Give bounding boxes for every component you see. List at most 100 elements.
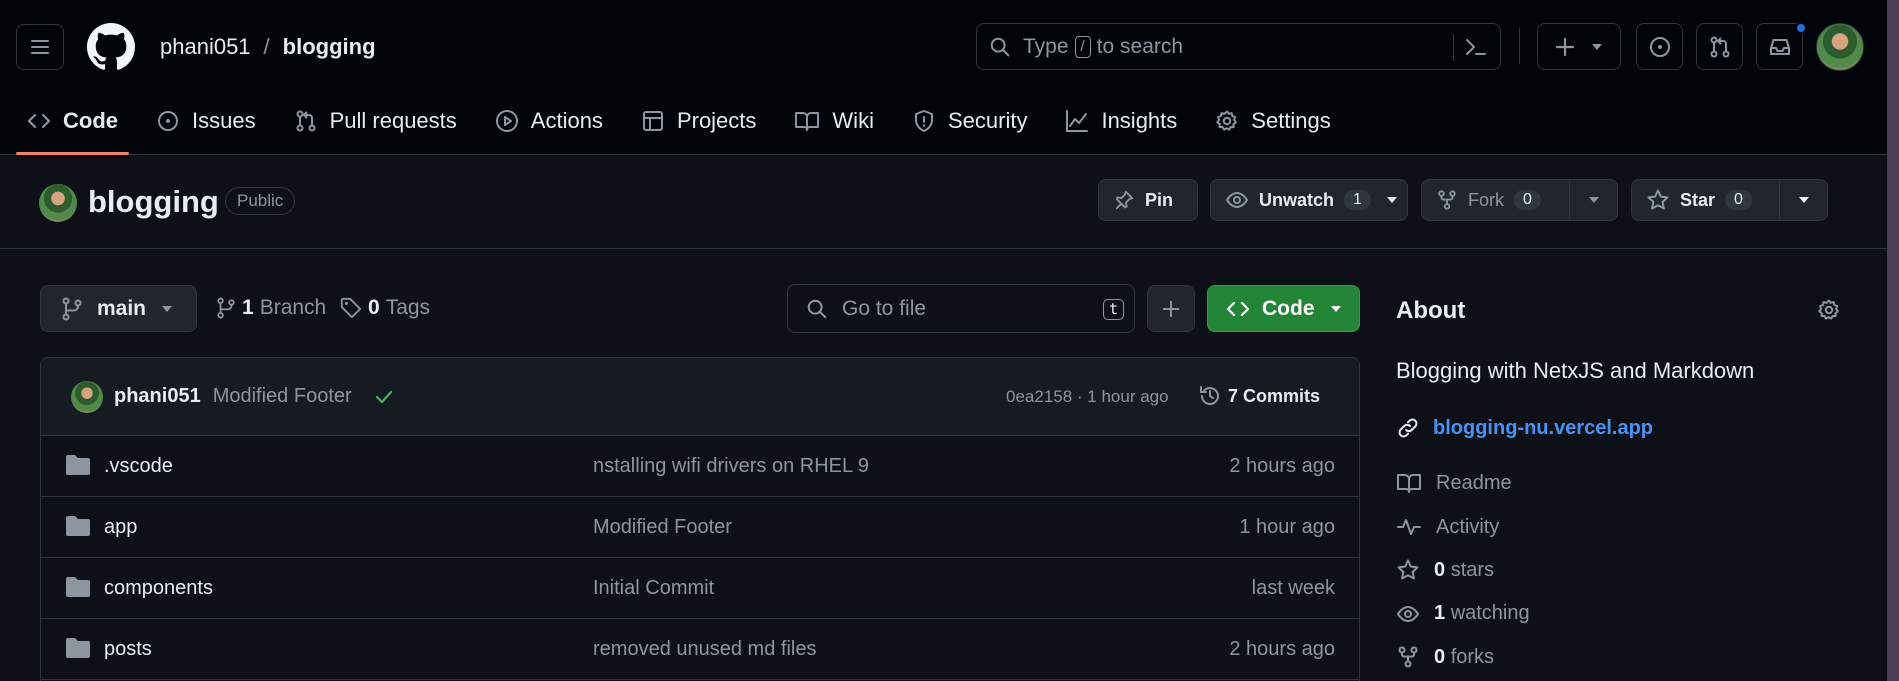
breadcrumb-repo[interactable]: blogging xyxy=(283,34,376,60)
go-to-file-placeholder: Go to file xyxy=(842,296,927,320)
command-palette-icon[interactable] xyxy=(1464,36,1488,58)
pull-requests-button[interactable] xyxy=(1696,23,1743,70)
code-button[interactable]: Code xyxy=(1207,285,1360,332)
commit-message[interactable]: Modified Footer xyxy=(213,385,352,408)
file-commit-message[interactable]: Modified Footer xyxy=(593,516,732,539)
homepage-link[interactable]: blogging-nu.vercel.app xyxy=(1396,416,1653,440)
tab-issues[interactable]: Issues xyxy=(141,100,271,142)
repo-title[interactable]: blogging xyxy=(88,184,219,220)
file-name[interactable]: app xyxy=(104,516,137,539)
fork-count: 0 xyxy=(1514,190,1541,210)
git-pull-request-icon xyxy=(296,110,316,132)
window-edge xyxy=(1887,0,1899,681)
file-commit-message[interactable]: removed unused md files xyxy=(593,638,816,661)
tab-security[interactable]: Security xyxy=(897,100,1042,142)
file-name[interactable]: .vscode xyxy=(104,455,173,478)
unwatch-button[interactable]: Unwatch 1 xyxy=(1210,179,1408,221)
git-branch-icon xyxy=(62,297,82,320)
search-icon xyxy=(990,37,1010,56)
add-file-button[interactable] xyxy=(1147,285,1195,332)
search-placeholder-prefix: Type xyxy=(1023,34,1069,58)
branch-selector[interactable]: main xyxy=(40,285,197,332)
gear-icon[interactable] xyxy=(1817,298,1841,322)
tab-code[interactable]: Code xyxy=(12,100,133,155)
triangle-down-icon[interactable] xyxy=(1385,195,1399,205)
watching-count: 1 xyxy=(1434,602,1446,624)
commit-author-avatar[interactable] xyxy=(71,380,103,413)
issues-button[interactable] xyxy=(1636,23,1683,70)
issue-opened-icon xyxy=(158,111,178,131)
git-branch-icon xyxy=(217,297,235,319)
fork-button[interactable]: Fork 0 xyxy=(1421,179,1618,221)
latest-commit-bar: phani051 Modified Footer 0ea2158 · 1 hou… xyxy=(41,358,1359,436)
tab-label: Actions xyxy=(530,108,603,133)
activity-link[interactable]: Activity xyxy=(1396,515,1499,539)
fork-label: Fork xyxy=(1468,189,1504,210)
file-row[interactable]: components Initial Commit last week xyxy=(41,558,1359,619)
link-icon xyxy=(1398,418,1418,438)
eye-icon xyxy=(1225,191,1249,209)
fork-dropdown[interactable] xyxy=(1569,180,1617,220)
forks-link[interactable]: 0 forks xyxy=(1396,645,1494,669)
check-icon[interactable] xyxy=(374,388,394,406)
file-row[interactable]: posts removed unused md files 2 hours ag… xyxy=(41,619,1359,680)
inbox-icon xyxy=(1769,38,1790,55)
repo-forked-icon xyxy=(1438,190,1456,210)
folder-icon xyxy=(66,516,90,536)
global-header: phani051 / blogging Type / to search Cod… xyxy=(0,0,1887,155)
menu-button[interactable] xyxy=(16,24,64,70)
code-icon xyxy=(1226,301,1250,316)
pulse-icon xyxy=(1397,519,1421,535)
tab-settings[interactable]: Settings xyxy=(1200,100,1346,142)
tags-link[interactable]: 0 Tags xyxy=(340,296,430,320)
file-row[interactable]: .vscode nstalling wifi drivers on RHEL 9… xyxy=(41,436,1359,497)
star-dropdown[interactable] xyxy=(1779,180,1827,220)
tab-label: Code xyxy=(63,108,118,133)
hamburger-icon xyxy=(31,40,49,54)
create-new-button[interactable] xyxy=(1537,23,1621,70)
readme-link[interactable]: Readme xyxy=(1396,471,1512,495)
tab-actions[interactable]: Actions xyxy=(480,100,618,142)
go-to-file-input[interactable]: Go to file t xyxy=(787,284,1135,333)
breadcrumb-owner[interactable]: phani051 xyxy=(160,34,251,60)
commit-author[interactable]: phani051 xyxy=(114,385,201,408)
commit-hash-time[interactable]: 0ea2158 · 1 hour ago xyxy=(1006,387,1169,407)
watching-link[interactable]: 1 watching xyxy=(1396,602,1530,625)
book-icon xyxy=(1397,474,1421,493)
star-button[interactable]: Star 0 xyxy=(1631,179,1828,221)
user-avatar[interactable] xyxy=(1816,23,1864,71)
tab-label: Projects xyxy=(676,108,757,133)
owner-avatar[interactable] xyxy=(39,184,77,222)
book-icon xyxy=(795,112,820,131)
commits-link[interactable]: 7 Commits xyxy=(1198,384,1320,408)
tab-wiki[interactable]: Wiki xyxy=(779,100,889,142)
branches-link[interactable]: 1 Branch xyxy=(216,296,326,320)
search-shortcut-key: / xyxy=(1074,35,1091,58)
file-commit-message[interactable]: Initial Commit xyxy=(593,577,714,600)
pin-label: Pin xyxy=(1145,189,1174,210)
github-logo-icon[interactable] xyxy=(87,23,135,71)
readme-label: Readme xyxy=(1436,471,1512,494)
tab-label: Issues xyxy=(192,108,256,133)
star-count: 0 xyxy=(1725,190,1752,210)
repo-forked-icon xyxy=(1398,646,1418,668)
file-name[interactable]: posts xyxy=(104,638,152,661)
history-icon xyxy=(1200,386,1219,405)
file-name[interactable]: components xyxy=(104,577,213,600)
search-input[interactable]: Type / to search xyxy=(976,23,1501,70)
file-commit-message[interactable]: nstalling wifi drivers on RHEL 9 xyxy=(593,455,869,478)
file-date: 1 hour ago xyxy=(1239,516,1335,538)
star-icon xyxy=(1397,559,1419,580)
play-icon xyxy=(495,110,518,132)
branches-count: 1 xyxy=(242,296,254,319)
header-separator xyxy=(1519,28,1520,64)
shield-icon xyxy=(914,110,933,132)
tab-pull-requests[interactable]: Pull requests xyxy=(279,100,472,142)
tab-projects[interactable]: Projects xyxy=(626,100,771,142)
stars-link[interactable]: 0 stars xyxy=(1396,558,1494,582)
tags-label: Tags xyxy=(385,296,431,319)
pin-button[interactable]: Pin xyxy=(1098,179,1198,221)
tab-insights[interactable]: Insights xyxy=(1050,100,1192,142)
triangle-down-icon xyxy=(1798,197,1809,203)
file-row[interactable]: app Modified Footer 1 hour ago xyxy=(41,497,1359,558)
